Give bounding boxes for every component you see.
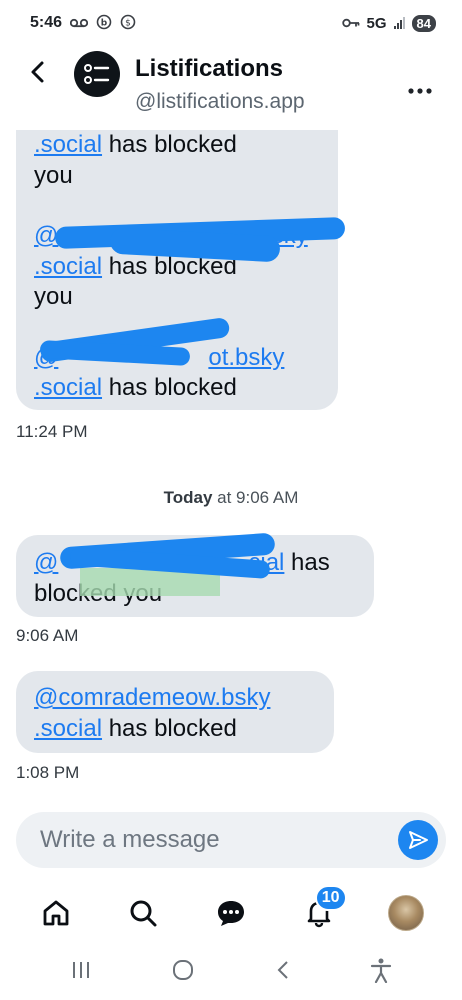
message-line: .social has blocked	[34, 130, 320, 161]
accessibility-icon	[371, 958, 392, 983]
notification-badge: 10	[314, 885, 347, 911]
account-avatar[interactable]	[74, 51, 120, 97]
message-composer	[16, 812, 446, 868]
back-button[interactable]	[24, 58, 52, 86]
message-text: has	[284, 549, 330, 576]
chat-icon	[217, 901, 244, 926]
day-separator: Today at 9:06 AM	[0, 488, 462, 508]
back-system-button[interactable]	[275, 958, 291, 989]
message-timestamp: 11:24 PM	[16, 422, 88, 441]
nav-search[interactable]	[121, 891, 165, 935]
back-arrow-icon	[31, 61, 44, 83]
system-nav-bar	[0, 946, 462, 1000]
battery-level: 84	[411, 14, 436, 32]
message-line: .social has blocked	[34, 714, 316, 745]
message-line: @comrademeow.bsky	[34, 683, 316, 714]
svg-text:$: $	[125, 18, 131, 28]
home-system-button[interactable]	[171, 958, 195, 989]
voicemail-icon	[69, 16, 89, 31]
nav-profile[interactable]	[384, 891, 428, 935]
message-input[interactable]	[40, 822, 380, 858]
nav-home[interactable]	[34, 891, 78, 935]
key-icon	[341, 15, 360, 32]
message-line: you	[34, 283, 73, 310]
message-timestamp: 9:06 AM	[16, 626, 79, 645]
search-icon	[130, 900, 157, 927]
mention-link[interactable]: .social	[34, 715, 102, 742]
svg-text:b: b	[101, 18, 108, 28]
accessibility-button[interactable]	[370, 957, 392, 990]
conversation-title[interactable]: Listifications	[135, 55, 283, 83]
recent-apps-icon	[72, 962, 89, 978]
app-notification-icon: b	[96, 14, 112, 33]
conversation-header: Listifications @listifications.app	[0, 46, 462, 130]
status-bar: 5:46 b $ 5G 84	[0, 0, 462, 46]
message-timestamp: 1:08 PM	[16, 763, 80, 782]
more-options-button[interactable]	[408, 74, 432, 100]
home-icon	[43, 900, 69, 926]
nav-chat[interactable]	[209, 891, 253, 935]
message-text: has blocked	[102, 131, 237, 158]
mention-link[interactable]: @comrademeow.bsky	[34, 684, 270, 711]
status-time: 5:46	[30, 14, 63, 31]
bottom-nav: 10	[0, 880, 462, 946]
message-line: .social has blocked	[34, 373, 320, 404]
message-list[interactable]: .social has blocked you @bsky .social ha…	[0, 130, 462, 810]
message-text: has blocked	[102, 714, 237, 742]
chevron-left-icon	[277, 960, 288, 979]
home-circle-icon	[173, 959, 194, 980]
mention-link[interactable]: .social	[34, 131, 102, 158]
mention-link[interactable]: @	[34, 549, 58, 576]
list-icon	[84, 64, 110, 84]
send-button[interactable]	[398, 820, 438, 860]
send-icon	[409, 831, 428, 849]
status-right: 5G 84	[341, 14, 436, 32]
more-dots-icon	[408, 88, 432, 94]
mention-link[interactable]: .social	[34, 253, 102, 280]
mention-link[interactable]: .social	[34, 374, 102, 401]
message-text: has blocked	[102, 374, 237, 401]
day-time: at 9:06 AM	[212, 488, 299, 507]
status-left: 5:46 b $	[30, 14, 136, 33]
network-type: 5G	[366, 14, 387, 32]
data-saver-icon: $	[120, 14, 136, 33]
signal-icon	[393, 17, 405, 29]
mention-link-tail[interactable]: ot.bsky	[208, 344, 284, 371]
conversation-handle[interactable]: @listifications.app	[135, 90, 305, 114]
message-bubble: .social has blocked you @bsky .social ha…	[16, 130, 338, 410]
recent-apps-button[interactable]	[70, 959, 92, 987]
message-bubble: @comrademeow.bsky .social has blocked	[16, 671, 334, 753]
nav-notifications[interactable]: 10	[297, 885, 347, 935]
profile-avatar	[388, 895, 425, 931]
day-label: Today	[163, 488, 213, 507]
message-line: you	[34, 161, 73, 189]
